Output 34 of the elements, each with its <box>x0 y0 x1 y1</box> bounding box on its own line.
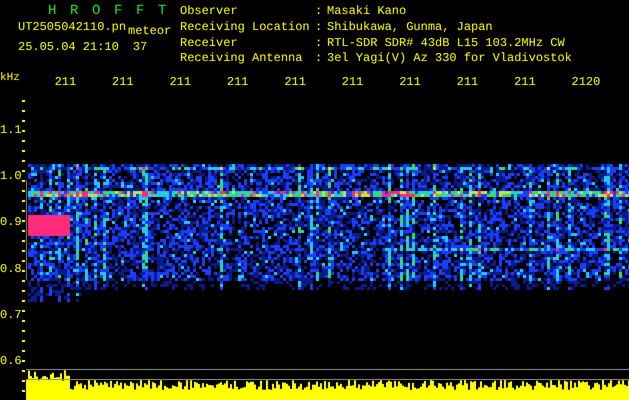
info-value: 3el Yagi(V) Az 330 for Vladivostok <box>327 52 572 68</box>
info-label: Receiver <box>180 36 239 52</box>
x-tick-label: 211 <box>169 74 192 88</box>
info-label: Receiving Antenna <box>180 52 304 68</box>
x-tick-label: 211 <box>226 74 250 88</box>
info-separator: : <box>315 36 324 52</box>
info-value: RTL-SDR SDR# 43dB L15 103.2MHz CW <box>327 36 566 52</box>
info-label: Receiving Location <box>180 20 311 36</box>
x-tick-label: 211 <box>399 74 422 88</box>
date-time: 25.05.04 21:10 <box>18 41 119 54</box>
y-tick-label: 0.9 <box>0 215 22 232</box>
count-value: 37 <box>132 41 148 54</box>
axis-unit: kHz <box>0 72 21 84</box>
app-title: H R O F F T <box>47 3 170 19</box>
y-tick-label: 1.0 <box>0 169 22 186</box>
y-tick-label: 1.1 <box>0 123 22 139</box>
x-tick-label: 211 <box>342 74 364 88</box>
x-tick-label: 211 <box>54 74 78 88</box>
info-value: Shibukawa, Gunma, Japan <box>327 20 494 36</box>
x-tick-label: 211 <box>284 74 307 88</box>
x-tick-label: 211 <box>112 74 135 88</box>
info-separator: : <box>315 20 324 36</box>
x-tick-label: 2120 <box>572 74 602 88</box>
y-tick-label: 0.7 <box>0 308 22 324</box>
event-type: meteor <box>128 25 172 38</box>
file-name: UT2505042110.pn <box>18 21 126 36</box>
x-tick-label: 211 <box>456 74 480 88</box>
info-value: Masaki Kano <box>327 5 408 20</box>
info-separator: : <box>315 5 324 20</box>
y-tick-label: 0.6 <box>0 354 22 370</box>
y-tick-label: 0.8 <box>0 262 22 278</box>
info-separator: : <box>315 52 324 68</box>
info-label: Observer <box>180 5 239 20</box>
x-tick-label: 211 <box>514 74 537 88</box>
